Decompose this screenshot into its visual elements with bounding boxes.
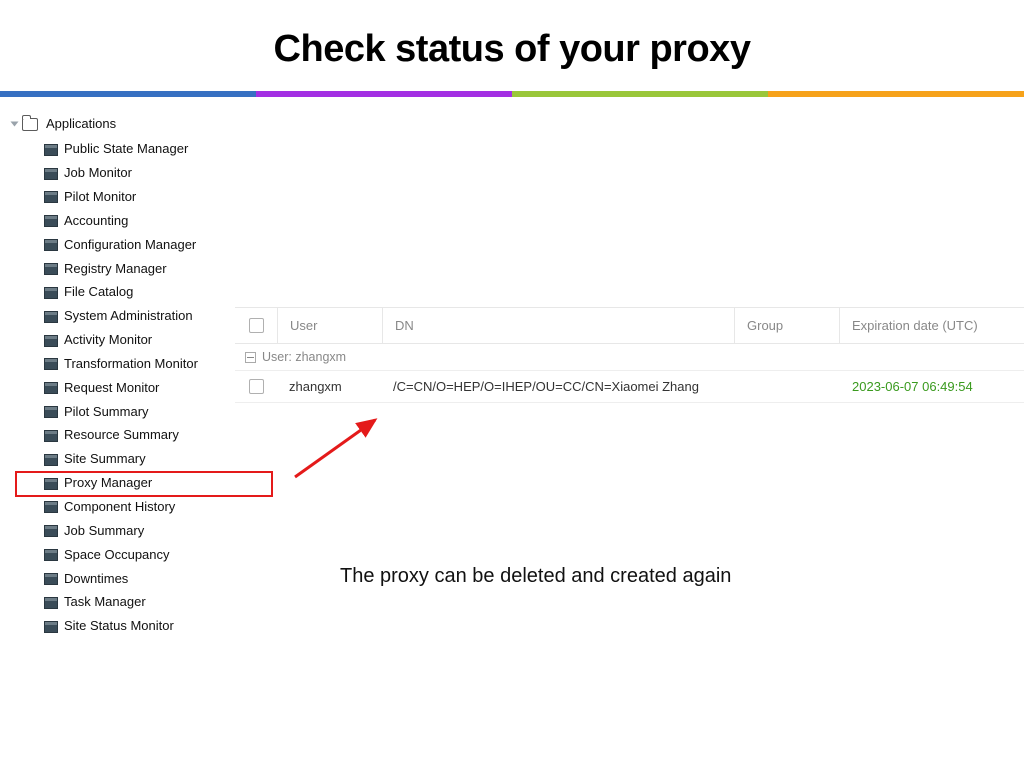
header-group[interactable]: Group (735, 308, 840, 343)
tree-root-applications[interactable]: Applications (12, 115, 272, 134)
app-window-icon (44, 263, 58, 275)
app-window-icon (44, 239, 58, 251)
sidebar-item[interactable]: Registry Manager (40, 257, 272, 281)
app-window-icon (44, 215, 58, 227)
app-window-icon (44, 478, 58, 490)
app-window-icon (44, 311, 58, 323)
sidebar-item-label: Task Manager (64, 593, 146, 612)
sidebar-item-label: Public State Manager (64, 140, 188, 159)
group-label: User: zhangxm (262, 350, 346, 364)
app-window-icon (44, 144, 58, 156)
sidebar-item[interactable]: Public State Manager (40, 138, 272, 162)
header-expiration[interactable]: Expiration date (UTC) (840, 308, 1024, 343)
sidebar-item[interactable]: Pilot Summary (40, 400, 272, 424)
app-window-icon (44, 525, 58, 537)
sidebar-item[interactable]: Site Summary (40, 448, 272, 472)
sidebar-item-label: Site Status Monitor (64, 617, 174, 636)
sidebar-item-label: Downtimes (64, 570, 128, 589)
collapse-icon (245, 352, 256, 363)
app-window-icon (44, 406, 58, 418)
sidebar-item[interactable]: Accounting (40, 209, 272, 233)
tree-root-label: Applications (46, 115, 116, 134)
sidebar-item[interactable]: Task Manager (40, 591, 272, 615)
sidebar-item[interactable]: Configuration Manager (40, 233, 272, 257)
sidebar-item-label: Registry Manager (64, 260, 167, 279)
sidebar-item-label: Space Occupancy (64, 546, 170, 565)
app-window-icon (44, 621, 58, 633)
proxy-table: User DN Group Expiration date (UTC) User… (235, 307, 1024, 403)
checkbox-icon (249, 318, 264, 333)
app-window-icon (44, 573, 58, 585)
sidebar-item[interactable]: File Catalog (40, 281, 272, 305)
sidebar-item[interactable]: Job Summary (40, 519, 272, 543)
sidebar-item[interactable]: Downtimes (40, 567, 272, 591)
app-window-icon (44, 382, 58, 394)
row-checkbox-cell[interactable] (235, 371, 277, 402)
sidebar-item[interactable]: Space Occupancy (40, 543, 272, 567)
sidebar-item[interactable]: Proxy Manager (16, 472, 272, 496)
row-user: zhangxm (277, 371, 381, 402)
slide-title: Check status of your proxy (0, 28, 1024, 71)
app-window-icon (44, 191, 58, 203)
app-window-icon (44, 287, 58, 299)
sidebar-item-label: Configuration Manager (64, 236, 196, 255)
table-row[interactable]: zhangxm /C=CN/O=HEP/O=IHEP/OU=CC/CN=Xiao… (235, 371, 1024, 403)
sidebar-item[interactable]: Resource Summary (40, 424, 272, 448)
sidebar-item-label: Accounting (64, 212, 128, 231)
app-window-icon (44, 597, 58, 609)
app-window-icon (44, 549, 58, 561)
sidebar-item[interactable]: Job Monitor (40, 162, 272, 186)
sidebar-item[interactable]: Site Status Monitor (40, 615, 272, 639)
caption-text: The proxy can be deleted and created aga… (340, 565, 731, 588)
app-window-icon (44, 358, 58, 370)
sidebar-item-label: Transformation Monitor (64, 355, 198, 374)
arrow-annotation-icon (290, 412, 390, 482)
row-group (736, 371, 840, 402)
app-window-icon (44, 335, 58, 347)
folder-icon (22, 118, 38, 131)
table-group-row[interactable]: User: zhangxm (235, 344, 1024, 371)
row-dn: /C=CN/O=HEP/O=IHEP/OU=CC/CN=Xiaomei Zhan… (381, 371, 736, 402)
header-user[interactable]: User (278, 308, 383, 343)
sidebar-tree: Applications Public State Manager Job Mon… (12, 115, 272, 639)
sidebar-item-label: File Catalog (64, 283, 133, 302)
sidebar-item-label: Proxy Manager (64, 474, 152, 493)
sidebar-item[interactable]: Component History (40, 496, 272, 520)
app-window-icon (44, 501, 58, 513)
sidebar-item-label: Pilot Monitor (64, 188, 136, 207)
sidebar-item-label: System Administration (64, 307, 193, 326)
checkbox-icon (249, 379, 264, 394)
header-checkbox-cell[interactable] (235, 308, 278, 343)
sidebar-item-label: Resource Summary (64, 426, 179, 445)
row-expiration: 2023-06-07 06:49:54 (840, 371, 1024, 402)
sidebar-item-label: Pilot Summary (64, 403, 149, 422)
sidebar-item-label: Site Summary (64, 450, 146, 469)
sidebar-item-label: Component History (64, 498, 175, 517)
sidebar-item-label: Request Monitor (64, 379, 159, 398)
sidebar-item-label: Activity Monitor (64, 331, 152, 350)
app-window-icon (44, 168, 58, 180)
app-window-icon (44, 454, 58, 466)
caret-down-icon (11, 122, 19, 127)
sidebar-item[interactable]: Pilot Monitor (40, 186, 272, 210)
app-window-icon (44, 430, 58, 442)
header-dn[interactable]: DN (383, 308, 735, 343)
table-header: User DN Group Expiration date (UTC) (235, 307, 1024, 344)
sidebar-item-label: Job Summary (64, 522, 144, 541)
sidebar-item-label: Job Monitor (64, 164, 132, 183)
